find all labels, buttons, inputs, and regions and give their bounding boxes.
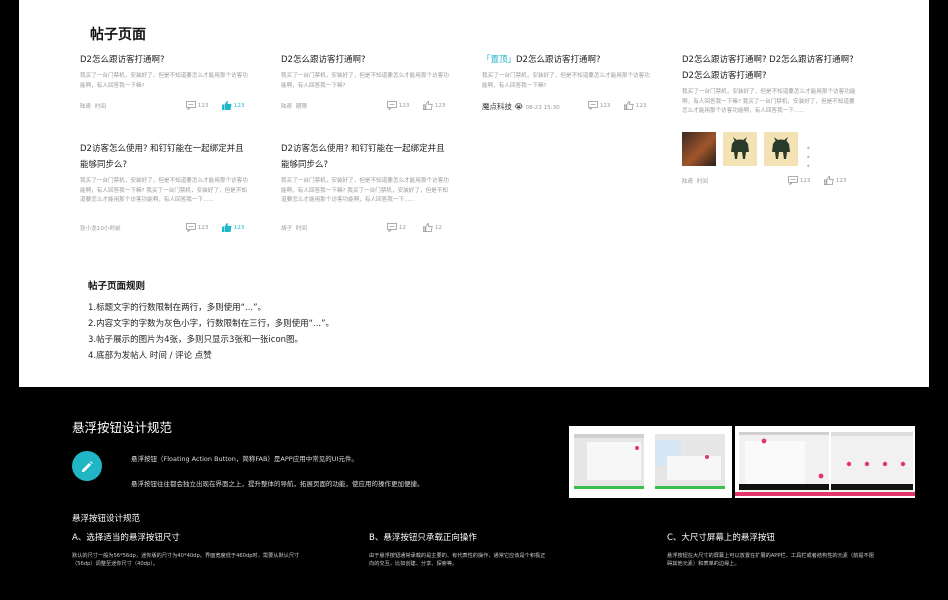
spec-heading: B、悬浮按钮只承载正向操作 bbox=[369, 533, 477, 543]
pinned-tag: 「置顶」 bbox=[482, 55, 517, 65]
post-author: 陆奇 期限 bbox=[281, 104, 307, 110]
like-button[interactable]: 123 bbox=[423, 101, 445, 110]
comment-button[interactable]: 123 bbox=[387, 101, 409, 110]
spec-column: B、悬浮按钮只承载正向操作 由于悬浮按钮通常承载的是主要的、有代表性的操作，通常… bbox=[369, 531, 549, 568]
post-content: 我买了一台门禁机，安装好了，但是不知道要怎么才能用那个访客功能啊，有人回答我一下… bbox=[281, 73, 449, 89]
comment-icon bbox=[588, 101, 598, 110]
post-author: 魔点科技 😭 08-23 15:30 bbox=[482, 102, 560, 111]
like-button[interactable]: 12 bbox=[423, 223, 442, 232]
fab-description: 悬浮按钮往往都会独立出现在界面之上，提升整体的导航，拓展页面的功能，使应用的操作… bbox=[131, 480, 424, 488]
post-title: D2怎么跟访客打通啊? bbox=[80, 55, 165, 65]
fab-spec-heading: 悬浮按钮设计规范 bbox=[72, 514, 141, 524]
rule-item: 4.底部为发帖人 时间 / 评论 点赞 bbox=[88, 351, 212, 361]
thumb-up-icon bbox=[222, 101, 232, 110]
like-button[interactable]: 123 bbox=[624, 101, 646, 110]
post-footer: 陆奇 时间 123 123 bbox=[80, 100, 255, 112]
post-card[interactable]: 「置顶」D2怎么跟访客打通啊? 我买了一台门禁机，安装好了，但是不知道要怎么才能… bbox=[482, 52, 652, 111]
rule-item: 2.内容文字的字数为灰色小字，行数限制在三行，多则使用“...”。 bbox=[88, 319, 335, 329]
spec-heading: C、大尺寸屏幕上的悬浮按钮 bbox=[667, 533, 775, 543]
post-card[interactable]: D2怎么跟访客打通啊? D2怎么跟访客打通啊? D2怎么跟访客打通啊? 我买了一… bbox=[682, 52, 857, 185]
thumb-up-icon bbox=[222, 223, 232, 232]
spec-description: 悬浮按钮在大尺寸的屏幕上可以放置在扩展的APP栏、工具栏或者结构性的元素（前提不… bbox=[667, 553, 874, 567]
spec-column: C、大尺寸屏幕上的悬浮按钮 悬浮按钮在大尺寸的屏幕上可以放置在扩展的APP栏、工… bbox=[667, 531, 877, 568]
post-card[interactable]: D2访客怎么使用? 和钉钉能在一起绑定并且能够同步么? 我买了一台门禁机，安装好… bbox=[80, 141, 250, 232]
post-author: 陆奇 时间 bbox=[80, 104, 106, 110]
like-button[interactable]: 123 bbox=[222, 223, 244, 232]
comment-button[interactable]: 12 bbox=[387, 223, 406, 232]
post-title: D2访客怎么使用? 和钉钉能在一起绑定并且能够同步么? bbox=[80, 144, 244, 170]
post-title: D2访客怎么使用? 和钉钉能在一起绑定并且能够同步么? bbox=[281, 144, 445, 170]
comment-icon bbox=[387, 101, 397, 110]
example-screenshots bbox=[569, 426, 915, 502]
spec-description: 默认的尺寸一般为56*56dp，迷你版的尺寸为40*40dp。界面宽度低于460… bbox=[72, 553, 300, 567]
post-image[interactable] bbox=[764, 132, 798, 166]
thumb-up-icon bbox=[423, 223, 433, 232]
like-button[interactable]: 123 bbox=[222, 101, 244, 110]
comment-icon bbox=[788, 176, 798, 185]
comment-button[interactable]: 123 bbox=[788, 176, 810, 185]
pencil-icon bbox=[80, 459, 94, 478]
post-title: D2怎么跟访客打通啊? D2怎么跟访客打通啊? D2怎么跟访客打通啊? bbox=[682, 55, 854, 81]
spec-column: A、选择适当的悬浮按钮尺寸 默认的尺寸一般为56*56dp，迷你版的尺寸为40*… bbox=[72, 531, 302, 568]
thumb-up-icon bbox=[824, 176, 834, 185]
post-footer: 张小龙10小时前 123 123 bbox=[80, 222, 255, 234]
spec-heading: A、选择适当的悬浮按钮尺寸 bbox=[72, 533, 180, 543]
more-images-icon[interactable]: • • • bbox=[806, 144, 813, 171]
post-card[interactable]: D2访客怎么使用? 和钉钉能在一起绑定并且能够同步么? 我买了一台门禁机，安装好… bbox=[281, 141, 451, 232]
comment-button[interactable]: 123 bbox=[588, 101, 610, 110]
avatar: 😭 bbox=[514, 102, 524, 111]
like-button[interactable]: 123 bbox=[824, 176, 846, 185]
post-content: 我买了一台门禁机，安装好了，但是不知道要怎么才能用那个访客功能啊，有人回答我一下… bbox=[682, 89, 856, 114]
post-author: 陆奇 时间 bbox=[682, 179, 708, 185]
post-content: 我买了一台门禁机，安装好了，但是不知道要怎么才能用那个访客功能啊，有人回答我一下… bbox=[281, 178, 449, 203]
thumb-up-icon bbox=[423, 101, 433, 110]
post-footer: 魔点科技 😭 08-23 15:30 123 123 bbox=[482, 100, 657, 112]
rules-heading: 帖子页面规则 bbox=[88, 281, 146, 292]
post-content: 我买了一台门禁机，安装好了，但是不知道要怎么才能用那个访客功能啊，有人回答我一下… bbox=[80, 73, 248, 89]
rule-item: 3.帖子展示的图片为4张，多则只显示3张和一张icon图。 bbox=[88, 335, 304, 345]
post-author: 张小龙10小时前 bbox=[80, 226, 121, 232]
comment-button[interactable]: 123 bbox=[186, 223, 208, 232]
post-author: 胡子 时间 bbox=[281, 226, 307, 232]
post-content: 我买了一台门禁机，安装好了，但是不知道要怎么才能用那个访客功能啊，有人回答我一下… bbox=[482, 73, 650, 89]
post-footer: 陆奇 时间 123 123 bbox=[682, 175, 857, 187]
page-title: 帖子页面 bbox=[90, 27, 146, 43]
post-card[interactable]: D2怎么跟访客打通啊? 我买了一台门禁机，安装好了，但是不知道要怎么才能用那个访… bbox=[80, 52, 250, 110]
comment-button[interactable]: 123 bbox=[186, 101, 208, 110]
post-title: 「置顶」D2怎么跟访客打通啊? bbox=[482, 55, 601, 65]
posts-panel: 帖子页面 D2怎么跟访客打通啊? 我买了一台门禁机，安装好了，但是不知道要怎么才… bbox=[19, 0, 929, 387]
post-card[interactable]: D2怎么跟访客打通啊? 我买了一台门禁机，安装好了，但是不知道要怎么才能用那个访… bbox=[281, 52, 451, 110]
comment-icon bbox=[186, 101, 196, 110]
post-footer: 胡子 时间 12 12 bbox=[281, 222, 456, 234]
post-image[interactable] bbox=[682, 132, 716, 166]
spec-description: 由于悬浮按钮通常承载的是主要的、有代表性的操作，通常它应该是个积极正向的交互，比… bbox=[369, 553, 546, 567]
fab-section-title: 悬浮按钮设计规范 bbox=[72, 420, 173, 435]
thumb-up-icon bbox=[624, 101, 634, 110]
post-title: D2怎么跟访客打通啊? bbox=[281, 55, 366, 65]
example-screenshots-image bbox=[569, 426, 915, 498]
rules-section: 帖子页面规则 1.标题文字的行数限制在两行，多则使用“...”。 2.内容文字的… bbox=[88, 278, 334, 364]
post-footer: 陆奇 期限 123 123 bbox=[281, 100, 456, 112]
post-image[interactable] bbox=[723, 132, 757, 166]
comment-icon bbox=[387, 223, 397, 232]
rule-item: 1.标题文字的行数限制在两行，多则使用“...”。 bbox=[88, 303, 267, 313]
post-content: 我买了一台门禁机，安装好了，但是不知道要怎么才能用那个访客功能啊，有人回答我一下… bbox=[80, 178, 248, 203]
fab-button[interactable] bbox=[72, 451, 102, 481]
comment-icon bbox=[186, 223, 196, 232]
fab-description: 悬浮按钮（Floating Action Button，简称FAB）是APP应用… bbox=[131, 455, 358, 463]
